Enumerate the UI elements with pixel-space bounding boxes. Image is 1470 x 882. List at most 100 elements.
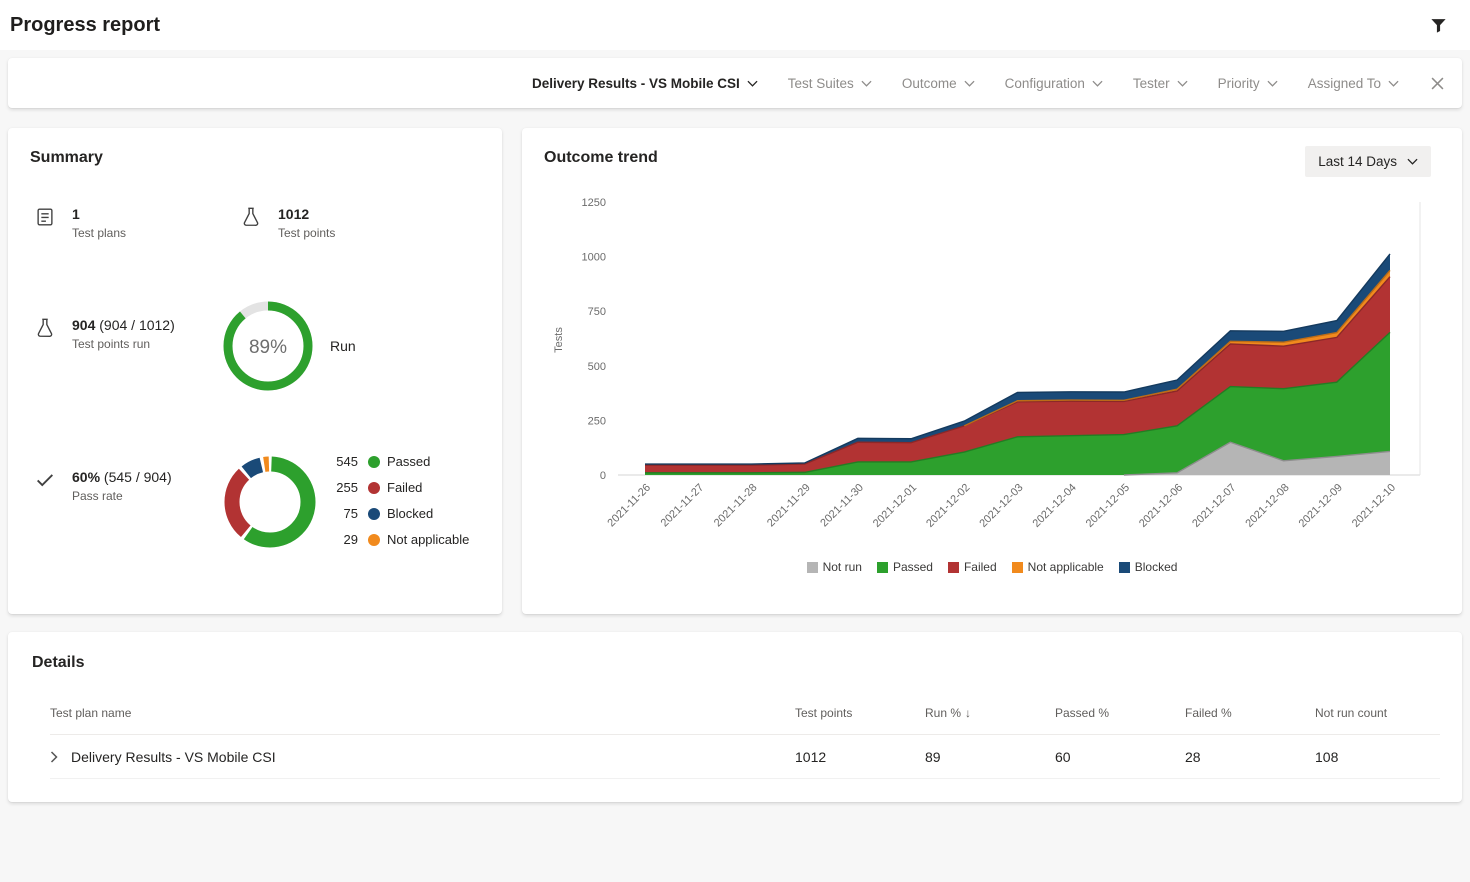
- x-tick-label: 2021-12-04: [1031, 482, 1079, 530]
- run-donut-caption: Run: [330, 338, 356, 354]
- table-cell: 108: [1315, 749, 1440, 765]
- run-donut-chart: 89%: [220, 298, 316, 394]
- x-tick-label: 2021-11-28: [712, 482, 760, 530]
- filter-icon[interactable]: [1429, 16, 1448, 35]
- column-header-run[interactable]: Run %↓: [925, 706, 1055, 720]
- x-tick-label: 2021-11-30: [818, 482, 866, 530]
- legend-label: Blocked: [387, 506, 433, 521]
- y-tick-label: 750: [588, 306, 606, 318]
- test-beaker-icon: [34, 317, 56, 339]
- legend-color-dot: [368, 508, 380, 520]
- outcome-trend-card: Outcome trend Last 14 Days 0250500750100…: [522, 128, 1462, 614]
- filter-dropdown-configuration[interactable]: Configuration: [1005, 76, 1103, 91]
- checkmark-icon: [34, 469, 56, 491]
- donut-legend-item-blocked: 75 Blocked: [324, 505, 469, 522]
- legend-label: Failed: [964, 560, 997, 574]
- x-tick-label: 2021-12-03: [977, 482, 1025, 530]
- stat-value: 60%: [72, 469, 100, 485]
- legend-label: Not applicable: [1028, 560, 1104, 574]
- test-plan-icon: [34, 206, 56, 228]
- date-range-label: Last 14 Days: [1318, 154, 1397, 169]
- stat-label: Test points run: [72, 337, 175, 351]
- column-header-label: Failed %: [1185, 706, 1232, 720]
- filter-dropdown-delivery-results-vs-mobile-csi[interactable]: Delivery Results - VS Mobile CSI: [532, 76, 758, 91]
- chevron-down-icon: [1267, 80, 1278, 87]
- test-plan-name: Delivery Results - VS Mobile CSI: [71, 749, 276, 765]
- details-title: Details: [32, 654, 1440, 672]
- column-header-not-run-count[interactable]: Not run count: [1315, 706, 1440, 720]
- legend-label: Passed: [387, 454, 430, 469]
- funnel-icon: [1429, 16, 1448, 35]
- table-row[interactable]: Delivery Results - VS Mobile CSI10128960…: [50, 735, 1440, 779]
- x-tick-label: 2021-11-26: [605, 482, 653, 530]
- x-tick-label: 2021-12-07: [1190, 482, 1238, 530]
- filter-dropdown-test-suites[interactable]: Test Suites: [788, 76, 872, 91]
- stat-value: 1012: [278, 206, 309, 222]
- y-tick-label: 500: [588, 361, 606, 373]
- legend-color-swatch: [1119, 562, 1130, 573]
- legend-label: Not run: [823, 560, 862, 574]
- top-bar: Progress report: [0, 0, 1470, 50]
- column-header-label: Passed %: [1055, 706, 1109, 720]
- x-tick-label: 2021-12-01: [871, 482, 919, 530]
- summary-stat-pass-rate: 60% (545 / 904) Pass rate: [34, 469, 172, 503]
- legend-value: 255: [324, 480, 358, 495]
- filter-dropdown-priority[interactable]: Priority: [1218, 76, 1278, 91]
- date-range-selector[interactable]: Last 14 Days: [1305, 146, 1431, 177]
- donut-legend-item-not-applicable: 29Not applicable: [324, 531, 469, 548]
- legend-color-dot: [368, 482, 380, 494]
- svg-text:89%: 89%: [249, 337, 287, 358]
- filter-dropdown-assigned-to[interactable]: Assigned To: [1308, 76, 1399, 91]
- y-tick-label: 1250: [582, 197, 606, 209]
- close-filters-icon[interactable]: [1431, 77, 1444, 90]
- column-header-passed[interactable]: Passed %: [1055, 706, 1185, 720]
- legend-color-swatch: [877, 562, 888, 573]
- legend-color-dot: [368, 456, 380, 468]
- chevron-down-icon: [1177, 80, 1188, 87]
- table-cell: 89: [925, 749, 1055, 765]
- trend-legend-item-not-run: Not run: [807, 560, 862, 574]
- filter-dropdown-label: Configuration: [1005, 76, 1085, 91]
- trend-legend-item-failed: Failed: [948, 560, 997, 574]
- x-tick-label: 2021-12-05: [1084, 482, 1132, 530]
- filter-bar: Delivery Results - VS Mobile CSI Test Sui…: [8, 58, 1462, 108]
- column-header-label: Not run count: [1315, 706, 1387, 720]
- x-tick-label: 2021-12-06: [1137, 482, 1185, 530]
- filter-dropdown-tester[interactable]: Tester: [1133, 76, 1188, 91]
- y-axis-label: Tests: [553, 327, 565, 353]
- outcome-donut: [222, 454, 318, 555]
- legend-color-swatch: [807, 562, 818, 573]
- chevron-down-icon: [747, 80, 758, 87]
- column-header-test-points[interactable]: Test points: [795, 706, 925, 720]
- legend-label: Passed: [893, 560, 933, 574]
- trend-legend: Not run Passed Failed Not applicable Blocked: [522, 560, 1462, 574]
- run-donut: 89%: [220, 298, 316, 399]
- details-table-body: Delivery Results - VS Mobile CSI10128960…: [50, 735, 1440, 779]
- x-tick-label: 2021-11-27: [659, 482, 707, 530]
- expand-chevron-icon[interactable]: [50, 751, 58, 763]
- table-cell: 28: [1185, 749, 1315, 765]
- trend-chart: 025050075010001250Tests2021-11-262021-11…: [540, 183, 1440, 558]
- summary-card: Summary 1 Test plans 1012 Test points: [8, 128, 502, 614]
- column-header-failed[interactable]: Failed %: [1185, 706, 1315, 720]
- filter-dropdown-list: Delivery Results - VS Mobile CSI Test Sui…: [532, 76, 1399, 91]
- column-header-test-plan-name[interactable]: Test plan name: [50, 706, 795, 720]
- details-table: Test plan nameTest points Run %↓Passed % F…: [50, 706, 1440, 779]
- chevron-down-icon: [964, 80, 975, 87]
- chevron-down-icon: [1388, 80, 1399, 87]
- details-header-row: Test plan nameTest points Run %↓Passed % F…: [50, 706, 1440, 735]
- stat-value-detail: (545 / 904): [104, 469, 172, 485]
- table-cell: 1012: [795, 749, 925, 765]
- outcome-trend-title: Outcome trend: [544, 149, 658, 167]
- dashboard-row: Summary 1 Test plans 1012 Test points: [8, 128, 1462, 614]
- summary-title: Summary: [30, 149, 103, 167]
- page-title: Progress report: [10, 14, 160, 37]
- filter-dropdown-outcome[interactable]: Outcome: [902, 76, 975, 91]
- x-tick-label: 2021-12-08: [1243, 482, 1291, 530]
- legend-label: Blocked: [1135, 560, 1178, 574]
- legend-value: 75: [324, 506, 358, 521]
- y-tick-label: 1000: [582, 252, 606, 264]
- filter-dropdown-label: Tester: [1133, 76, 1170, 91]
- column-header-label: Test points: [795, 706, 852, 720]
- x-tick-label: 2021-12-10: [1350, 482, 1398, 530]
